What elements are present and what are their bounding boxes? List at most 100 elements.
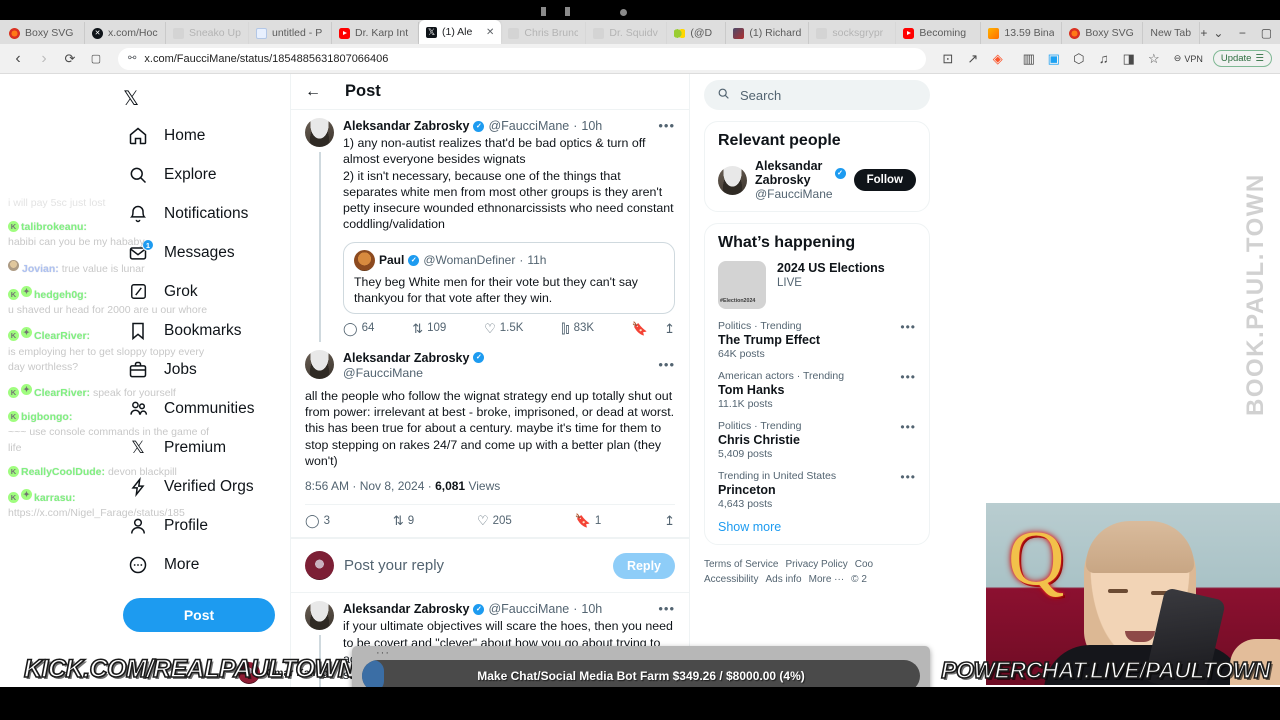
relevant-person-row[interactable]: Aleksandar Zabrosky @FaucciMane Follow (718, 159, 916, 201)
chat-username[interactable]: ClearRiver: (34, 387, 90, 399)
chat-username[interactable]: talibrokeanu: (21, 221, 87, 233)
avatar[interactable] (305, 118, 334, 147)
parent-tweet[interactable]: Aleksandar Zabrosky @FaucciMane · 10h ••… (291, 110, 689, 342)
tab-search-chevron-icon[interactable]: ⌄ (1207, 22, 1229, 44)
author-handle[interactable]: @FaucciMane (488, 118, 569, 134)
sidebar-toggle-icon[interactable]: ▥ (1019, 49, 1039, 69)
tweet-menu-icon[interactable]: ••• (658, 119, 675, 132)
views-action[interactable]: ⫿⫾ 83K (561, 322, 594, 335)
reload-icon[interactable]: ⟳ (60, 49, 80, 69)
split-view-icon[interactable]: ⊡ (938, 49, 958, 69)
browser-tab[interactable]: Sneako Up (166, 22, 249, 44)
browser-tab[interactable]: Becoming (896, 22, 982, 44)
browser-tab[interactable]: Dr. Squidv (586, 22, 668, 44)
new-tab-button[interactable]: + (1200, 22, 1207, 44)
trend-item[interactable]: ••• Politics · Trending The Trump Effect… (718, 320, 916, 360)
chat-username[interactable]: ClearRiver: (34, 330, 90, 342)
brave-rewards-icon[interactable]: ⬡ (1069, 49, 1089, 69)
address-bar[interactable]: ⚯ x.com/FaucciMane/status/18548856318070… (118, 47, 926, 70)
music-icon[interactable]: ♫ (1094, 49, 1114, 69)
event-row[interactable]: #Election2024 2024 US Elections LIVE (718, 261, 916, 309)
reply-action[interactable]: ◯ 3 (305, 514, 330, 527)
like-action[interactable]: ♡ 1.5K (484, 322, 523, 335)
avatar[interactable] (305, 551, 334, 581)
quoted-tweet[interactable]: Paul @WomanDefiner · 11h They beg White … (343, 241, 675, 314)
browser-tab[interactable]: New Tab (1143, 22, 1201, 44)
avatar[interactable] (305, 349, 334, 379)
follow-button[interactable]: Follow (853, 169, 916, 191)
share-action[interactable]: ↥ (664, 322, 675, 335)
browser-tab[interactable]: (@D (667, 22, 727, 44)
footer-link-accessibility[interactable]: Accessibility (704, 574, 758, 585)
brave-shields-icon[interactable]: ◈ (988, 49, 1008, 69)
repost-action[interactable]: ⇅ 109 (412, 322, 446, 335)
browser-tab[interactable]: Dr. Karp Int (332, 22, 419, 44)
avatar[interactable] (305, 601, 334, 631)
reply-input[interactable]: Post your reply (344, 557, 603, 574)
reply-action[interactable]: ◯ 64 (343, 322, 374, 335)
trend-menu-icon[interactable]: ••• (900, 320, 916, 334)
site-settings-icon[interactable]: ⚯ (128, 53, 136, 64)
bookmark-icon[interactable]: ▢ (86, 49, 106, 69)
author-handle[interactable]: @FaucciMane (343, 366, 484, 381)
focused-tweet[interactable]: Aleksandar Zabrosky @FaucciMane ••• all … (291, 342, 689, 539)
tweet-menu-icon[interactable]: ••• (658, 358, 675, 371)
search-input[interactable]: Search (704, 80, 930, 110)
x-logo-icon[interactable]: 𝕏 (123, 80, 163, 116)
chat-username[interactable]: ReallyCoolDude: (21, 466, 105, 478)
trend-item[interactable]: ••• Politics · Trending Chris Christie 5… (718, 420, 916, 460)
bookmark-action[interactable]: 🔖 1 (575, 514, 602, 527)
trend-menu-icon[interactable]: ••• (900, 370, 916, 384)
chat-username[interactable]: bigbongo: (21, 411, 72, 423)
chat-username[interactable]: karrasu: (34, 492, 75, 504)
browser-tab[interactable]: untitled - P (249, 22, 332, 44)
wallet-icon[interactable]: ▣ (1044, 49, 1064, 69)
repost-action[interactable]: ⇅ 9 (393, 514, 414, 527)
bookmark-star-icon[interactable]: ☆ (1144, 49, 1164, 69)
author-handle[interactable]: @FaucciMane (488, 601, 569, 617)
browser-tab[interactable]: Boxy SVG (2, 22, 85, 44)
forward-icon[interactable]: › (34, 49, 54, 69)
browser-tab[interactable]: (1) Richard (726, 22, 810, 44)
chat-username[interactable]: hedgeh0g: (34, 289, 87, 301)
footer-link-more[interactable]: More ··· (809, 574, 845, 585)
share-icon[interactable]: ↗ (963, 49, 983, 69)
show-more-link[interactable]: Show more (718, 520, 916, 534)
footer-link-cookies[interactable]: Coo (855, 559, 873, 570)
trend-item[interactable]: ••• Trending in United States Princeton … (718, 470, 916, 510)
browser-tab[interactable]: 13.59 Binan (981, 22, 1063, 44)
author-name[interactable]: Aleksandar Zabrosky (343, 601, 469, 617)
browser-tab[interactable]: Chris Brunc (501, 22, 587, 44)
bookmark-action[interactable]: 🔖 (632, 322, 648, 335)
chat-username[interactable]: Jovian: (22, 263, 59, 275)
footer-link-privacy[interactable]: Privacy Policy (785, 559, 847, 570)
update-button[interactable]: Update ☰ (1212, 50, 1272, 67)
back-icon[interactable]: ‹ (8, 49, 28, 69)
reply-composer[interactable]: Post your reply Reply (291, 538, 689, 594)
back-arrow-icon[interactable]: ← (305, 83, 321, 101)
browser-tab[interactable]: x.com/Hoc (85, 22, 166, 44)
browser-tab-active[interactable]: (1) Ale ✕ (419, 20, 502, 44)
trend-menu-icon[interactable]: ••• (900, 420, 916, 434)
browser-tab[interactable]: Boxy SVG (1062, 22, 1144, 44)
trend-menu-icon[interactable]: ••• (900, 470, 916, 484)
author-name[interactable]: Aleksandar Zabrosky (343, 350, 469, 366)
share-action[interactable]: ↥ (664, 514, 675, 527)
close-tab-icon[interactable]: ✕ (486, 27, 494, 38)
reply-submit-button[interactable]: Reply (612, 552, 675, 579)
author-name[interactable]: Aleksandar Zabrosky (343, 118, 469, 134)
minimize-window-button[interactable]: − (1231, 22, 1253, 44)
browser-tab[interactable]: socksgrypr (809, 22, 897, 44)
sidebar-item-home[interactable]: Home (123, 116, 209, 155)
maximize-window-button[interactable]: ▢ (1255, 22, 1277, 44)
sidebar-item-explore[interactable]: Explore (123, 155, 221, 194)
avatar[interactable] (354, 249, 375, 271)
vpn-button[interactable]: ⊖ VPN (1169, 52, 1208, 65)
avatar[interactable] (718, 165, 747, 195)
trend-item[interactable]: ••• American actors · Trending Tom Hanks… (718, 370, 916, 410)
goal-menu-icon[interactable]: ··· (376, 648, 390, 659)
footer-link-ads[interactable]: Ads info (765, 574, 801, 585)
playlist-icon[interactable]: ◨ (1119, 49, 1139, 69)
like-action[interactable]: ♡ 205 (477, 514, 512, 527)
footer-link-terms[interactable]: Terms of Service (704, 559, 778, 570)
